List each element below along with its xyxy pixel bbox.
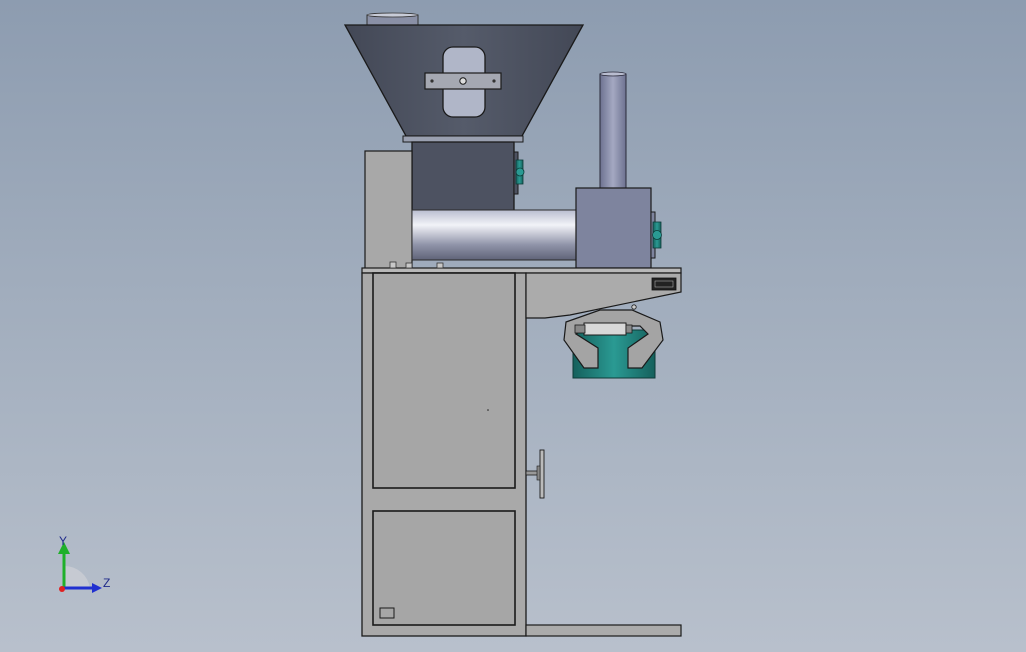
auger-tube — [411, 209, 585, 261]
orientation-triad: Y Z — [58, 534, 110, 593]
machine-model[interactable]: Y Z — [0, 0, 1026, 652]
vent-pipe — [599, 71, 627, 190]
handwheel — [525, 449, 545, 499]
bag-clamp — [563, 304, 664, 379]
graphics-viewport[interactable]: Y Z — [0, 0, 1026, 652]
main-cabinet — [361, 272, 527, 637]
discharge-head — [575, 187, 656, 269]
control-box — [364, 150, 413, 270]
z-axis-label: Z — [103, 576, 110, 590]
x-axis-point — [59, 586, 65, 592]
bin-motor-flange — [515, 159, 525, 185]
discharge-motor-flange — [652, 221, 662, 249]
y-axis-label: Y — [59, 534, 67, 548]
base-foot — [525, 624, 682, 637]
hopper-inlet-stub — [366, 12, 419, 26]
